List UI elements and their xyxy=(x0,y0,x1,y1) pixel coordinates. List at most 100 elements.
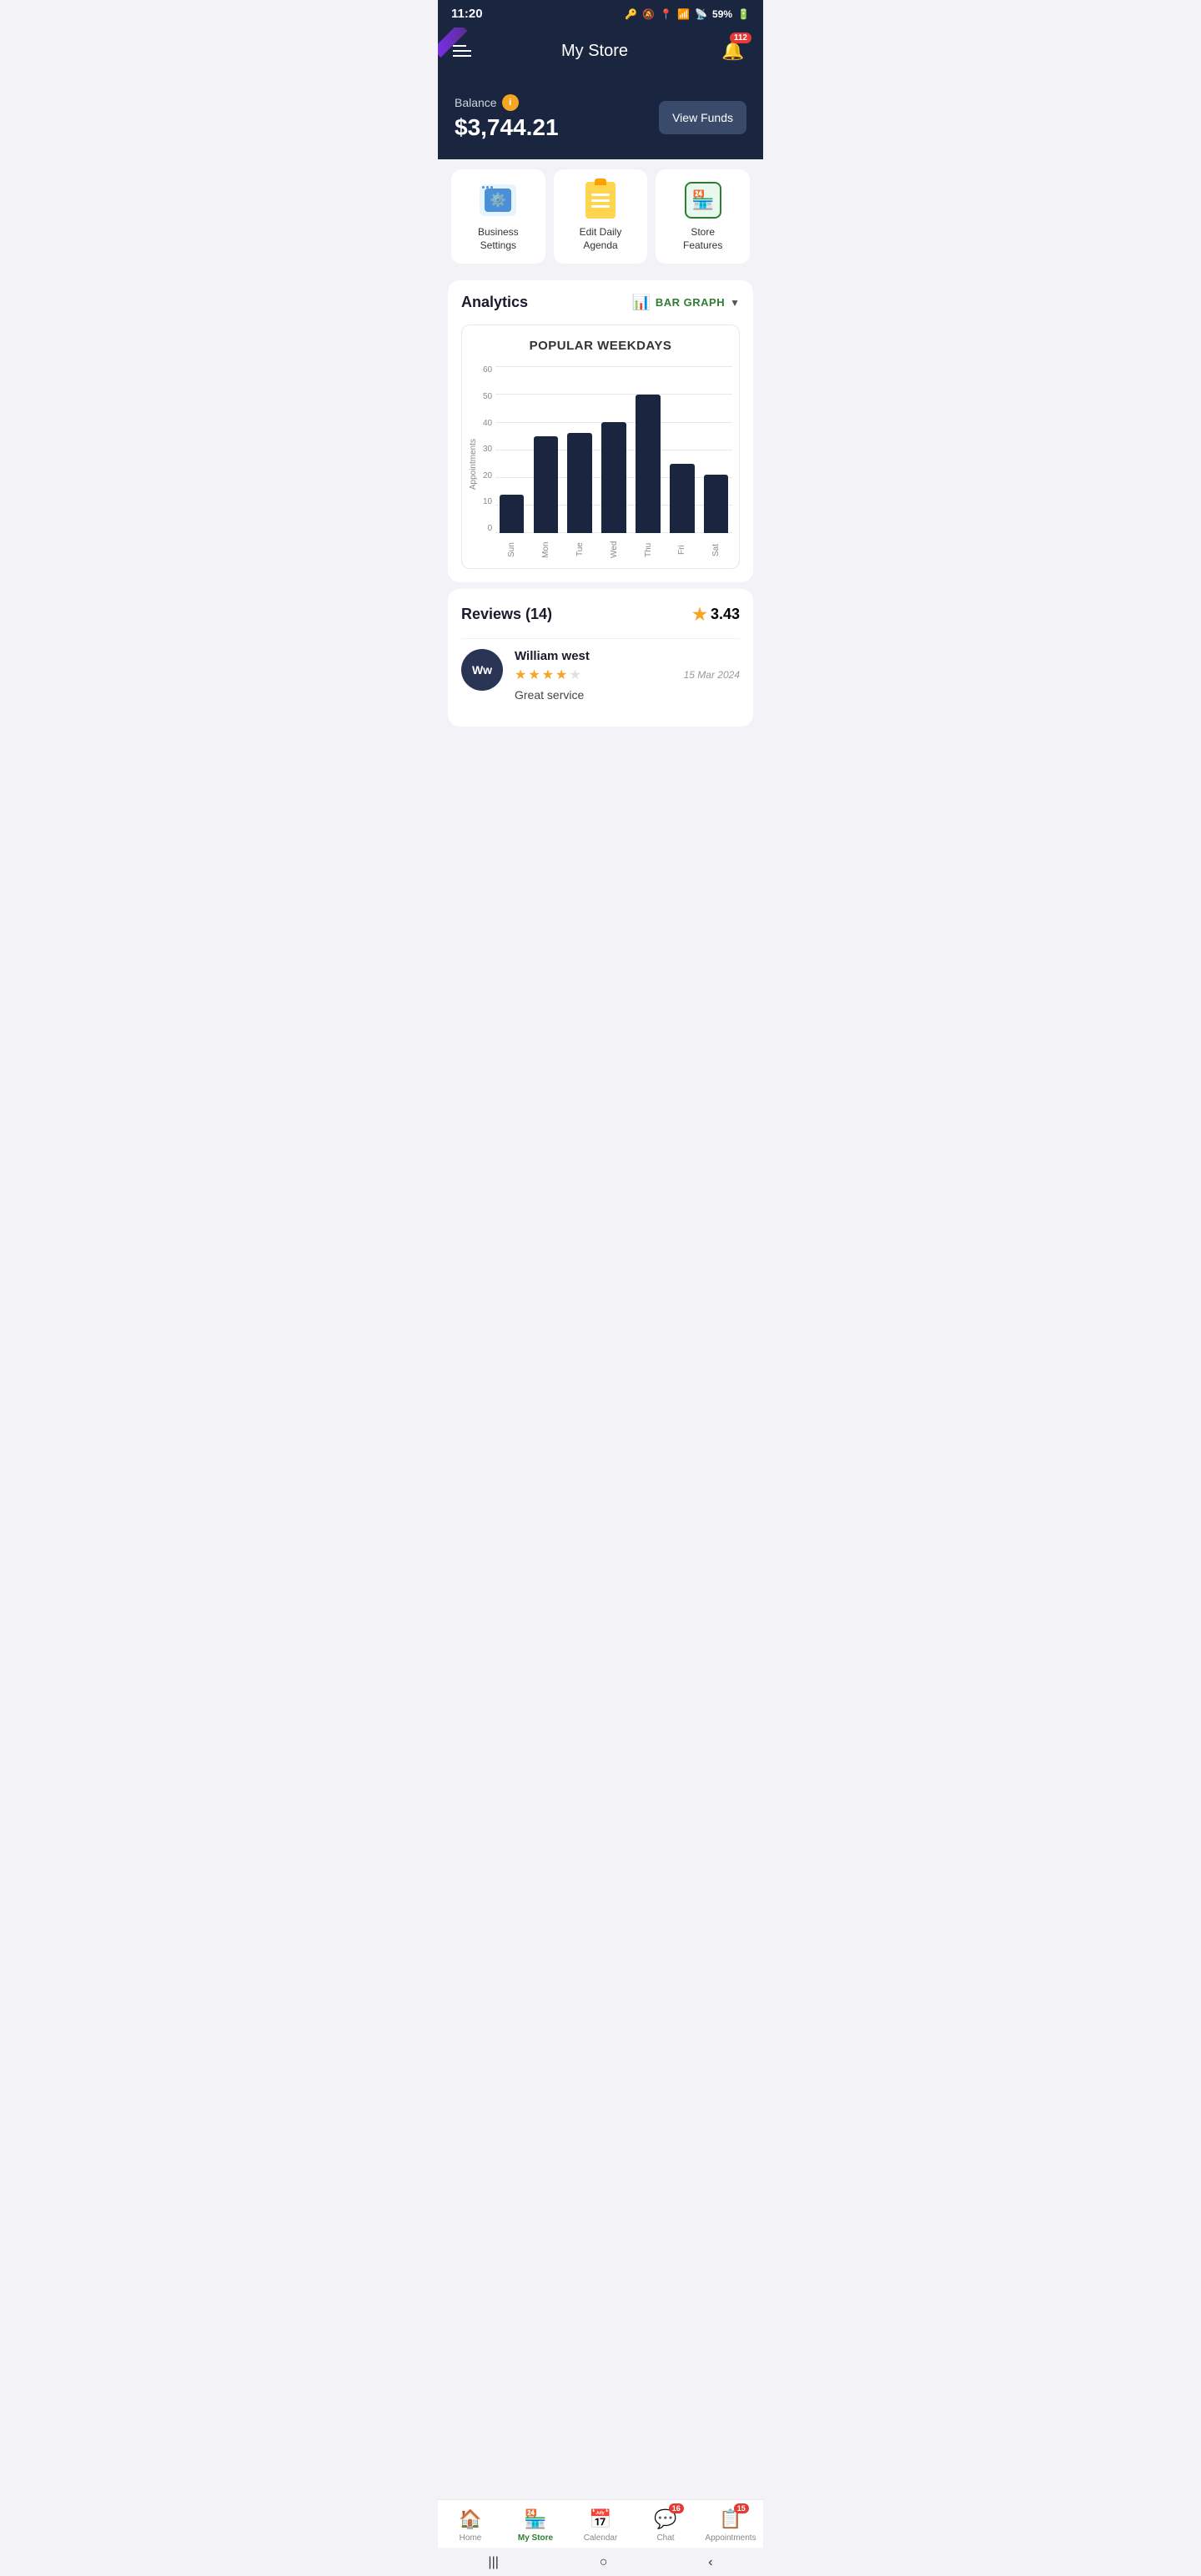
y-label-10: 10 xyxy=(483,498,492,506)
star-1: ★ xyxy=(515,667,526,683)
bar-col-sun xyxy=(497,366,526,533)
bar-fri xyxy=(670,464,695,533)
bottom-nav: 🏠 Home 🏪 My Store 📅 Calendar 💬 16 Chat 📋… xyxy=(438,2499,763,2548)
store-features-label: Store Features xyxy=(683,226,722,252)
nav-calendar[interactable]: 📅 Calendar xyxy=(568,2508,633,2543)
bs-inner: ⚙️ xyxy=(485,189,511,212)
recent-apps-button[interactable]: ||| xyxy=(488,2555,498,2570)
star-2: ★ xyxy=(528,667,540,683)
promo-ribbon xyxy=(438,28,471,61)
balance-amount: $3,744.21 xyxy=(455,114,559,141)
edit-daily-agenda-card[interactable]: Edit Daily Agenda xyxy=(554,169,648,264)
appointments-badge: 15 xyxy=(734,2503,749,2513)
status-icons: 🔑 🔕 📍 📶 📡 59% 🔋 xyxy=(625,8,750,20)
bar-sun xyxy=(500,495,525,534)
reviewer-avatar: Ww xyxy=(461,649,503,691)
y-label-60: 60 xyxy=(483,366,492,375)
review-content: William west ★ ★ ★ ★ ★ 15 Mar 2024 Great… xyxy=(515,649,740,702)
nav-chat[interactable]: 💬 16 Chat xyxy=(633,2508,698,2543)
x-labels: SunMonTueWedThuFriSat xyxy=(495,538,732,561)
nav-home[interactable]: 🏠 Home xyxy=(438,2508,503,2543)
business-settings-card[interactable]: ⚙️ Business Settings xyxy=(451,169,545,264)
clipboard-clip xyxy=(595,179,606,185)
balance-info-icon[interactable]: i xyxy=(502,94,519,111)
balance-info: Balance i $3,744.21 xyxy=(455,94,559,141)
edit-daily-agenda-icon-container xyxy=(581,181,620,219)
notification-bell[interactable]: 🔔 112 xyxy=(718,36,748,66)
store-features-icon-container: 🏪 xyxy=(684,181,722,219)
store-features-card[interactable]: 🏪 Store Features xyxy=(656,169,750,264)
home-icon: 🏠 xyxy=(459,2508,481,2530)
x-label-fri: Fri xyxy=(667,538,696,561)
y-label-0: 0 xyxy=(483,525,492,533)
eda-line1 xyxy=(591,194,610,196)
my-store-icon: 🏪 xyxy=(524,2508,546,2530)
reviews-header: Reviews (14) ★ 3.43 xyxy=(461,604,740,625)
edit-daily-agenda-icon xyxy=(585,182,616,219)
business-settings-icon-container: ⚙️ xyxy=(479,181,517,219)
eda-line2 xyxy=(591,199,610,202)
y-axis-label: Appointments xyxy=(469,439,478,490)
bar-thu xyxy=(636,395,661,534)
rating-value: 3.43 xyxy=(711,606,740,623)
eda-line3 xyxy=(591,205,610,208)
chat-icon: 💬 16 xyxy=(654,2508,676,2530)
x-label-mon: Mon xyxy=(531,538,560,561)
nav-chat-label: Chat xyxy=(656,2533,674,2543)
wifi-icon: 📶 xyxy=(677,8,690,20)
bs-dots xyxy=(482,186,493,189)
location-icon: 📍 xyxy=(660,8,672,20)
balance-card: Balance i $3,744.21 View Funds xyxy=(438,79,763,159)
y-label-30: 30 xyxy=(483,445,492,454)
system-nav: ||| ○ ‹ xyxy=(438,2548,763,2576)
x-label-sun: Sun xyxy=(497,538,526,561)
store-features-icon: 🏪 xyxy=(685,182,721,219)
bar-col-thu xyxy=(634,366,663,533)
nav-appointments[interactable]: 📋 15 Appointments xyxy=(698,2508,763,2543)
review-text: Great service xyxy=(515,688,740,702)
chart-type-dropdown-arrow: ▼ xyxy=(730,297,740,309)
view-funds-button[interactable]: View Funds xyxy=(659,101,746,134)
bar-col-mon xyxy=(531,366,560,533)
bars-area xyxy=(495,366,732,533)
bar-graph-chart-icon: 📊 xyxy=(631,294,650,311)
star-5: ★ xyxy=(569,667,580,683)
store-star-icon: 🏪 xyxy=(691,189,714,211)
star-4: ★ xyxy=(555,667,567,683)
reviews-title: Reviews (14) xyxy=(461,606,552,623)
review-meta: ★ ★ ★ ★ ★ 15 Mar 2024 xyxy=(515,667,740,683)
key-icon: 🔑 xyxy=(625,8,637,20)
bar-col-fri xyxy=(667,366,696,533)
review-date: 15 Mar 2024 xyxy=(684,669,740,681)
appointments-icon: 📋 15 xyxy=(719,2508,741,2530)
review-item: Ww William west ★ ★ ★ ★ ★ 15 Mar 2024 Gr… xyxy=(461,638,740,712)
chart-title: POPULAR WEEKDAYS xyxy=(469,339,732,353)
nav-home-label: Home xyxy=(460,2533,482,2543)
analytics-title: Analytics xyxy=(461,294,528,311)
y-label-50: 50 xyxy=(483,393,492,401)
edit-daily-agenda-label: Edit Daily Agenda xyxy=(580,226,622,252)
mute-icon: 🔕 xyxy=(642,8,655,20)
analytics-header: Analytics 📊 BAR GRAPH ▼ xyxy=(461,294,740,311)
bar-col-wed xyxy=(600,366,629,533)
back-button[interactable]: ‹ xyxy=(708,2555,712,2570)
x-label-wed: Wed xyxy=(600,538,629,561)
home-button[interactable]: ○ xyxy=(600,2555,608,2570)
bar-tue xyxy=(567,433,592,533)
gear-icon: ⚙️ xyxy=(490,192,506,209)
chat-badge: 16 xyxy=(669,2503,684,2513)
y-label-20: 20 xyxy=(483,472,492,480)
nav-calendar-label: Calendar xyxy=(584,2533,618,2543)
quick-actions: ⚙️ Business Settings Edit Daily Agenda xyxy=(438,159,763,274)
reviews-rating: ★ 3.43 xyxy=(692,604,740,625)
status-bar: 11:20 🔑 🔕 📍 📶 📡 59% 🔋 xyxy=(438,0,763,28)
chart-type-selector[interactable]: 📊 BAR GRAPH ▼ xyxy=(631,294,740,311)
nav-appointments-label: Appointments xyxy=(705,2533,756,2543)
battery-label: 59% xyxy=(712,8,732,20)
bar-wed xyxy=(601,422,626,533)
business-settings-icon: ⚙️ xyxy=(480,184,516,216)
calendar-icon: 📅 xyxy=(589,2508,611,2530)
bar-col-tue xyxy=(565,366,595,533)
bar-sat xyxy=(704,475,729,533)
nav-my-store[interactable]: 🏪 My Store xyxy=(503,2508,568,2543)
